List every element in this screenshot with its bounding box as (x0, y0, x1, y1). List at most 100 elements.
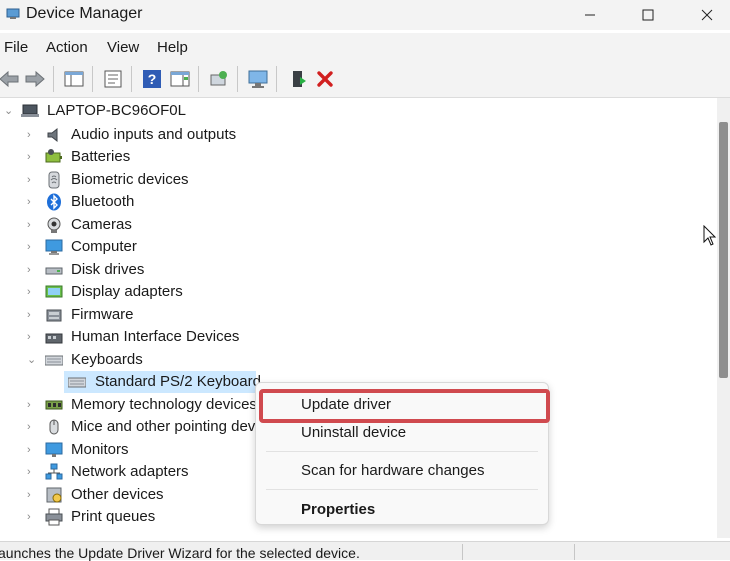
mouse-cursor-icon (703, 225, 717, 246)
show-hide-tree-button[interactable] (61, 66, 87, 92)
tree-item-human-interface-devices[interactable]: › Human Interface Devices (0, 326, 300, 348)
chevron-right-icon[interactable]: › (27, 287, 37, 298)
tree-item-label: Print queues (71, 508, 156, 525)
network-icon (45, 463, 63, 480)
chevron-down-icon[interactable]: ⌄ (27, 355, 37, 366)
title-bar: Device Manager (0, 0, 730, 30)
chevron-right-icon[interactable]: › (27, 220, 37, 231)
tree-item-label: Memory technology devices (71, 396, 257, 413)
tree-item-label: Keyboards (71, 351, 143, 368)
properties-icon (104, 70, 122, 88)
forward-icon (25, 70, 45, 88)
tree-item-label: Mice and other pointing dev (71, 418, 256, 435)
update-driver-highlight (259, 389, 550, 423)
tree-item-label: Bluetooth (71, 193, 135, 210)
scrollbar-thumb[interactable] (719, 122, 728, 378)
tree-item-label: Firmware (71, 306, 134, 323)
chevron-right-icon[interactable]: › (27, 197, 37, 208)
tree-item-biometric-devices[interactable]: › Biometric devices (0, 169, 300, 191)
tree-item-firmware[interactable]: › Firmware (0, 304, 300, 326)
tree-item-disk-drives[interactable]: › Disk drives (0, 259, 300, 281)
chevron-right-icon[interactable]: › (27, 265, 37, 276)
tree-item-computer[interactable]: › Computer (0, 236, 300, 258)
maximize-button[interactable] (625, 0, 671, 30)
chevron-right-icon[interactable]: › (27, 332, 37, 343)
tree-item-display-adapters[interactable]: › Display adapters (0, 281, 300, 303)
tree-item-label: Batteries (71, 148, 131, 165)
scan-hardware-button[interactable] (245, 66, 271, 92)
menu-properties[interactable]: Properties (301, 501, 375, 518)
minimize-button[interactable] (567, 0, 613, 30)
device-manager-icon (6, 8, 20, 19)
update-driver-icon (210, 71, 227, 86)
enable-device-button[interactable] (285, 66, 311, 92)
computer-icon (45, 239, 63, 255)
tree-item-label: Display adapters (71, 283, 183, 300)
action-pane-icon (170, 71, 190, 87)
chevron-right-icon[interactable]: › (27, 512, 37, 523)
laptop-icon (21, 104, 39, 117)
back-icon (0, 70, 19, 88)
menu-bar: File Action View Help (0, 33, 730, 61)
tree-root[interactable]: ⌄ LAPTOP-BC96OF0L (0, 100, 300, 122)
chevron-right-icon[interactable]: › (27, 445, 37, 456)
chevron-right-icon[interactable]: › (27, 310, 37, 321)
firmware-icon (46, 309, 62, 322)
tree-child-label: Standard PS/2 Keyboard (95, 373, 261, 390)
update-driver-button[interactable] (206, 66, 232, 92)
menu-help[interactable]: Help (157, 39, 188, 56)
help-icon: ? (143, 70, 161, 88)
other-devices-icon (46, 487, 62, 503)
scan-hardware-icon (248, 70, 268, 88)
chevron-right-icon[interactable]: › (27, 467, 37, 478)
speaker-icon (47, 127, 58, 143)
properties-button[interactable] (100, 66, 126, 92)
close-icon (701, 9, 713, 21)
chevron-right-icon[interactable]: › (27, 422, 37, 433)
maximize-icon (642, 9, 654, 21)
tree-item-cameras[interactable]: › Cameras (0, 214, 300, 236)
tree-item-batteries[interactable]: › Batteries (0, 146, 300, 168)
forward-button[interactable] (22, 66, 48, 92)
battery-icon (45, 149, 62, 163)
enable-device-icon (293, 71, 306, 87)
svg-text:?: ? (148, 71, 157, 87)
tree-item-label: Cameras (71, 216, 132, 233)
display-adapter-icon (45, 285, 63, 298)
hid-icon (45, 333, 63, 344)
chevron-right-icon[interactable]: › (27, 130, 37, 141)
biometric-icon (48, 171, 60, 189)
mouse-icon (49, 419, 59, 435)
tree-item-label: Human Interface Devices (71, 328, 240, 345)
menu-view[interactable]: View (107, 39, 139, 56)
chevron-right-icon[interactable]: › (27, 175, 37, 186)
printer-icon (45, 508, 63, 526)
chevron-right-icon[interactable]: › (27, 490, 37, 501)
bluetooth-icon (47, 193, 61, 211)
chevron-right-icon[interactable]: › (27, 242, 37, 253)
close-button[interactable] (684, 0, 730, 30)
tree-item-keyboards[interactable]: ⌄ Keyboards (0, 349, 300, 371)
tree-item-label: Monitors (71, 441, 129, 458)
chevron-right-icon[interactable]: › (27, 400, 37, 411)
tree-item-audio-inputs-and-outputs[interactable]: › Audio inputs and outputs (0, 124, 300, 146)
status-bar: aunches the Update Driver Wizard for the… (0, 541, 730, 561)
window-title: Device Manager (26, 5, 143, 22)
tree-item-label: Biometric devices (71, 171, 189, 188)
tree-item-label: Other devices (71, 486, 164, 503)
chevron-right-icon[interactable]: › (27, 152, 37, 163)
help-button[interactable]: ? (139, 66, 165, 92)
chevron-down-icon[interactable]: ⌄ (4, 106, 14, 117)
menu-scan-hardware[interactable]: Scan for hardware changes (301, 462, 484, 479)
tree-root-label: LAPTOP-BC96OF0L (47, 102, 186, 119)
tree-item-label: Audio inputs and outputs (71, 126, 237, 143)
disk-icon (45, 267, 63, 275)
menu-file[interactable]: File (4, 39, 28, 56)
memory-icon (45, 400, 63, 410)
action-pane-button[interactable] (167, 66, 193, 92)
menu-uninstall-device[interactable]: Uninstall device (301, 424, 406, 441)
menu-action[interactable]: Action (46, 39, 88, 56)
back-button[interactable] (0, 66, 22, 92)
tree-item-bluetooth[interactable]: › Bluetooth (0, 191, 300, 213)
uninstall-button[interactable] (312, 66, 338, 92)
